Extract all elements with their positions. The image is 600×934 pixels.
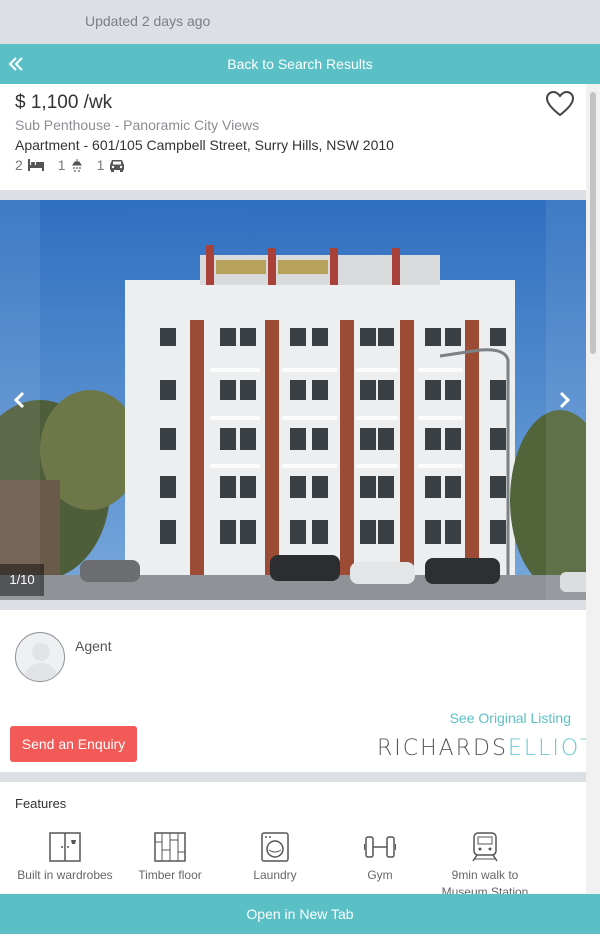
agency-logo-part1: RICHARDS bbox=[377, 736, 508, 761]
features-heading: Features bbox=[15, 796, 67, 811]
agency-logo-part2: ELLIOT bbox=[507, 736, 586, 761]
scrollbar[interactable] bbox=[586, 84, 600, 894]
features-card: Features Built in wardrobes Timber floor bbox=[0, 782, 586, 894]
feature-item: Laundry bbox=[225, 832, 325, 884]
listing-address: Apartment - 601/105 Campbell Street, Sur… bbox=[15, 137, 394, 153]
wardrobe-icon bbox=[49, 832, 81, 862]
updated-text: Updated 2 days ago bbox=[85, 13, 211, 29]
avatar bbox=[15, 632, 65, 682]
photo-gallery[interactable]: 1/10 bbox=[0, 200, 586, 600]
timber-floor-icon bbox=[154, 832, 186, 862]
agency-logo: RICHARDSELLIOT bbox=[377, 736, 586, 761]
car-icon bbox=[110, 159, 125, 172]
cars-spec: 1 bbox=[97, 157, 126, 173]
listing-price: $ 1,100 /wk bbox=[15, 92, 113, 113]
cars-count: 1 bbox=[96, 157, 105, 173]
feature-item: Timber floor bbox=[120, 832, 220, 884]
send-enquiry-button[interactable]: Send an Enquiry bbox=[10, 726, 137, 762]
listing-summary-card: $ 1,100 /wk Sub Penthouse - Panoramic Ci… bbox=[0, 84, 586, 190]
feature-label: Timber floor bbox=[138, 868, 202, 882]
favourite-heart-icon[interactable] bbox=[545, 90, 575, 118]
feature-label: Gym bbox=[367, 868, 393, 882]
scrollbar-thumb[interactable] bbox=[590, 92, 596, 354]
feature-label: 9min walk to Museum Station bbox=[441, 868, 529, 894]
feature-item: 9min walk to Museum Station bbox=[435, 832, 535, 894]
listing-specs: 2 1 1 bbox=[15, 157, 125, 173]
baths-count: 1 bbox=[57, 157, 66, 173]
beds-spec: 2 bbox=[15, 157, 44, 173]
open-in-new-tab-button[interactable]: Open in New Tab bbox=[0, 894, 600, 934]
train-icon bbox=[472, 832, 498, 862]
top-status-bar: Updated 2 days ago bbox=[0, 0, 600, 44]
apartment-building-photo bbox=[0, 200, 586, 600]
gallery-counter: 1/10 bbox=[0, 564, 44, 596]
person-silhouette-icon bbox=[23, 643, 59, 681]
bed-icon bbox=[27, 159, 44, 171]
beds-count: 2 bbox=[15, 157, 23, 173]
shower-icon bbox=[71, 158, 82, 172]
chevron-right-icon[interactable] bbox=[556, 390, 572, 410]
chevron-left-icon[interactable] bbox=[12, 390, 28, 410]
listing-title: Sub Penthouse - Panoramic City Views bbox=[15, 117, 260, 133]
listing-scroll-area[interactable]: $ 1,100 /wk Sub Penthouse - Panoramic Ci… bbox=[0, 84, 586, 894]
dumbbell-icon bbox=[364, 836, 396, 858]
back-to-results-bar[interactable]: Back to Search Results bbox=[0, 44, 600, 84]
feature-label: Laundry bbox=[253, 868, 297, 882]
feature-label: Built in wardrobes bbox=[17, 868, 113, 882]
feature-item: Gym bbox=[330, 832, 430, 884]
see-original-listing-link[interactable]: See Original Listing bbox=[450, 710, 571, 726]
baths-spec: 1 bbox=[58, 157, 83, 173]
agent-name: Agent bbox=[75, 638, 112, 654]
agent-card: Agent See Original Listing Send an Enqui… bbox=[0, 610, 586, 772]
feature-item: Built in wardrobes bbox=[15, 832, 115, 884]
washing-machine-icon bbox=[261, 832, 289, 862]
back-to-results-label: Back to Search Results bbox=[227, 56, 373, 72]
